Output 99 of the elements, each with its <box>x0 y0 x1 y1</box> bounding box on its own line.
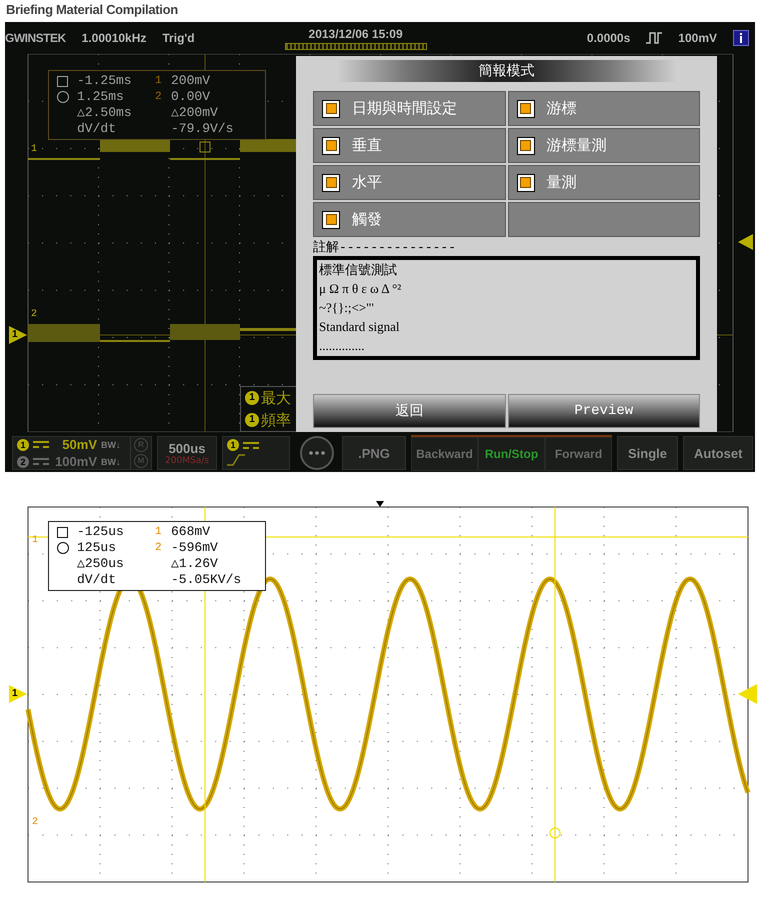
cursor-time: -125us <box>77 524 125 540</box>
option-button[interactable]: 觸發 <box>313 202 506 237</box>
cursor-time: dV/dt <box>77 121 118 137</box>
option-label: 垂直 <box>352 136 382 155</box>
cursor-label: 2 <box>32 817 38 828</box>
option-label: 游標量測 <box>546 136 606 155</box>
checkbox[interactable] <box>322 100 340 118</box>
cursor-value: -596mV <box>171 540 219 556</box>
note-text: Standard signal <box>319 318 401 336</box>
option-button[interactable]: 日期與時間設定 <box>313 91 506 126</box>
cursor-time: △250us <box>77 556 125 572</box>
checkbox[interactable] <box>322 210 340 228</box>
channel-badge: 1 <box>245 413 259 427</box>
channel-badge: 1 <box>245 391 259 405</box>
cursor-value: -79.9V/s <box>171 121 234 137</box>
date-time: 2013/12/06 15:09 <box>308 26 403 40</box>
note-text: .............. <box>319 337 366 355</box>
trigger-status: Trig'd <box>162 31 195 45</box>
cursor-value: △200mV <box>171 105 219 121</box>
transport-button[interactable]: Forward <box>545 437 612 471</box>
bandwidth-label: BW↓ <box>101 456 120 466</box>
dc-coupling-icon <box>33 441 49 448</box>
measurement-label: 最大 <box>261 390 291 406</box>
note-text: 標準信號測試 <box>319 261 398 279</box>
brand-logo: GWINSTEK <box>5 31 66 45</box>
save-button[interactable]: .PNG <box>342 436 406 470</box>
cursor-time: △2.50ms <box>77 105 133 121</box>
transport-button[interactable]: Backward <box>411 437 478 471</box>
frequency-readout: 1.00010kHz <box>82 31 146 45</box>
channel-marker: 1 <box>9 685 27 703</box>
rising-edge-icon <box>227 454 245 466</box>
bandwidth-label: BW↓ <box>101 440 120 450</box>
cursor-label: 1 <box>32 535 38 546</box>
option-button[interactable]: 游標量測 <box>508 128 700 163</box>
checkbox[interactable] <box>322 174 340 192</box>
menu-icon[interactable] <box>300 436 334 470</box>
pulse-edge-icon <box>646 32 662 44</box>
level-marker-icon <box>738 684 757 704</box>
timebase-value: 500us <box>168 440 206 456</box>
option-label: 量測 <box>546 173 576 192</box>
transport-button[interactable]: Run/Stop <box>478 437 545 471</box>
cursor-channel: 2 <box>155 541 163 556</box>
checkbox[interactable] <box>516 174 534 192</box>
dialog-title: 簡報模式 <box>336 60 676 82</box>
option-button[interactable]: 水平 <box>313 165 506 200</box>
circle-cursor-icon <box>57 91 69 103</box>
time-offset: 0.0000s <box>586 31 630 45</box>
info-icon[interactable] <box>733 30 749 46</box>
trigger-position-icon <box>376 501 384 507</box>
dc-coupling-icon <box>243 442 259 448</box>
cursor-value: -5.05KV/s <box>171 572 242 588</box>
option-label: 游標 <box>546 99 576 118</box>
cursor-marker-icon <box>550 828 560 838</box>
note-field[interactable]: 標準信號測試 μ Ω π θ ε ω Δ °² ~?{}:;<>"' Standard signal .............. <box>313 256 700 360</box>
volts-per-div: 50mV <box>61 437 97 452</box>
action-button[interactable]: Autoset <box>683 436 754 470</box>
page-title: Briefing Material Compilation <box>5 1 179 19</box>
timebase-settings[interactable]: 500us 200MSa/s <box>157 436 217 470</box>
cursor-value: 200mV <box>171 73 212 89</box>
cursor-time: -1.25ms <box>77 73 133 89</box>
level-marker-icon <box>738 234 753 250</box>
trigger-settings[interactable]: 1 <box>222 436 290 470</box>
option-label: 水平 <box>352 173 382 192</box>
dialog-button[interactable]: Preview <box>508 394 700 428</box>
cursor-value: 668mV <box>171 524 212 540</box>
note-text: μ Ω π θ ε ω Δ °² <box>319 280 402 298</box>
channel-badge: 1 <box>17 438 29 450</box>
cursor-channel: 2 <box>155 90 163 105</box>
cursor-channel: 1 <box>155 525 163 540</box>
square-cursor-icon <box>57 76 68 86</box>
note-label: 註解--------------- <box>313 239 458 256</box>
channel-marker: 1 <box>9 326 27 344</box>
measurement-label: 頻率 <box>261 412 291 428</box>
checkbox[interactable] <box>516 136 534 154</box>
option-button[interactable]: 游標 <box>508 91 700 126</box>
cursor-value: △1.26V <box>171 556 219 572</box>
cursor-time: 1.25ms <box>77 89 125 105</box>
action-button[interactable]: Single <box>617 436 678 470</box>
option-button[interactable]: 量測 <box>508 165 700 200</box>
cursor-marker-icon <box>200 142 210 152</box>
note-text: ~?{}:;<>"' <box>319 299 375 317</box>
dc-coupling-icon <box>33 458 49 465</box>
channel-badge: 1 <box>227 439 239 451</box>
cursor-value: 0.00V <box>171 89 212 105</box>
cursor-time: dV/dt <box>77 572 118 588</box>
option-button[interactable]: 垂直 <box>313 128 506 163</box>
dialog-button[interactable]: 返回 <box>313 394 506 428</box>
square-cursor-icon <box>57 526 68 538</box>
circle-cursor-icon <box>57 542 69 554</box>
cursor-time: 125us <box>77 540 118 556</box>
sample-rate: 200MSa/s <box>165 456 209 466</box>
checkbox[interactable] <box>516 100 534 118</box>
option-label: 日期與時間設定 <box>352 99 457 118</box>
volts-per-div: 100mV <box>54 454 97 469</box>
checkbox[interactable] <box>322 136 340 154</box>
channel-badge: 2 <box>17 456 29 468</box>
cursor-channel: 1 <box>155 74 163 89</box>
trigger-level: 100mV <box>678 31 717 45</box>
option-label: 觸發 <box>352 210 382 229</box>
